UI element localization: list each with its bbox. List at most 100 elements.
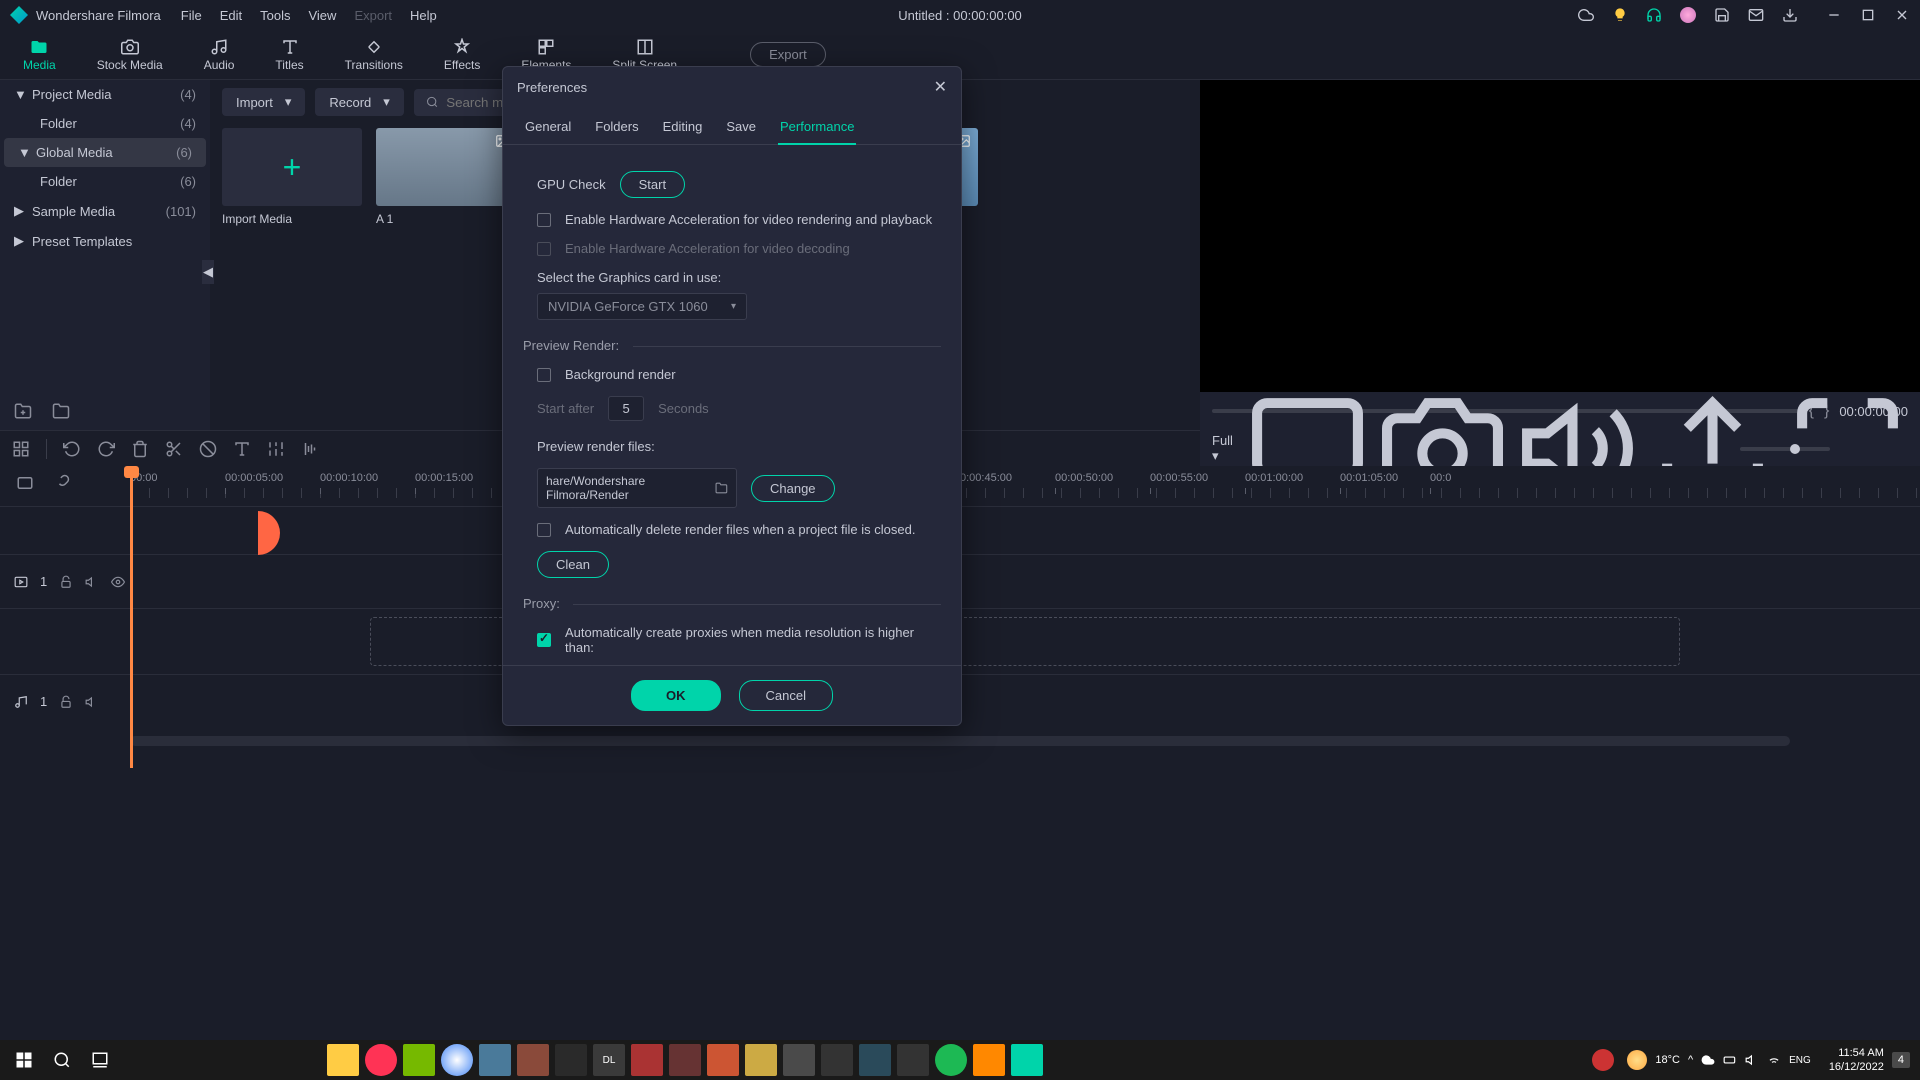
tab-stock-media[interactable]: Stock Media [89,34,171,76]
audio-track-body[interactable] [130,675,1920,728]
wifi-icon[interactable] [1767,1053,1781,1067]
record-dropdown[interactable]: Record ▾ [315,88,403,116]
hw-render-checkbox[interactable] [537,213,551,227]
taskbar-app[interactable] [631,1044,663,1076]
menu-help[interactable]: Help [410,8,437,23]
render-path-input[interactable]: hare/Wondershare Filmora/Render [537,468,737,508]
mute-icon[interactable] [85,575,99,589]
taskbar-app-chrome[interactable] [441,1044,473,1076]
pref-tab-general[interactable]: General [523,113,573,144]
taskbar-app[interactable] [859,1044,891,1076]
text-edit-icon[interactable] [233,440,251,458]
media-tile[interactable]: A 1 [376,128,516,226]
timeline-ruler[interactable]: 00:0000:00:05:0000:00:10:0000:00:15:0000… [130,466,1920,506]
save-icon[interactable] [1714,7,1730,23]
drop-track-body[interactable] [130,609,1920,674]
quality-select[interactable]: Full ▾ [1212,433,1233,464]
cloud-icon[interactable] [1578,7,1594,23]
sidebar-item-global-media[interactable]: ▼ Global Media (6) [4,138,206,167]
avatar-icon[interactable] [1680,7,1696,23]
tray-expand-icon[interactable]: ^ [1688,1054,1693,1066]
timeline-scrollbar[interactable] [130,736,1790,746]
gpu-select[interactable]: NVIDIA GeForce GTX 1060 ▾ [537,293,747,320]
ok-button[interactable]: OK [631,680,721,711]
onedrive-icon[interactable] [1701,1053,1715,1067]
sidebar-item-project-media[interactable]: ▼ Project Media (4) [0,80,210,109]
task-view-button[interactable] [86,1046,114,1074]
crop-icon[interactable] [199,440,217,458]
menu-tools[interactable]: Tools [260,8,290,23]
battery-icon[interactable] [1723,1053,1737,1067]
undo-icon[interactable] [63,440,81,458]
taskbar-app[interactable] [669,1044,701,1076]
redo-icon[interactable] [97,440,115,458]
menu-view[interactable]: View [308,8,336,23]
expand-icon[interactable]: ▶ [14,233,26,249]
import-dropdown[interactable]: Import ▾ [222,88,305,116]
clean-button[interactable]: Clean [537,551,609,578]
taskbar-app[interactable] [479,1044,511,1076]
audio-adjust-icon[interactable] [301,440,319,458]
timeline-link-icon[interactable] [16,474,34,492]
taskbar-app[interactable] [745,1044,777,1076]
taskbar-app[interactable] [403,1044,435,1076]
pref-tab-folders[interactable]: Folders [593,113,640,144]
menu-export[interactable]: Export [354,8,392,23]
pref-tab-save[interactable]: Save [724,113,758,144]
timeline-magnet-icon[interactable] [52,474,70,492]
tab-media[interactable]: Media [15,34,64,76]
collapse-sidebar-icon[interactable]: ◀ [202,260,214,284]
folder-icon[interactable] [52,402,70,420]
cancel-button[interactable]: Cancel [739,680,833,711]
taskbar-app[interactable]: DL [593,1044,625,1076]
expand-icon[interactable]: ▼ [18,145,30,160]
import-media-tile[interactable]: + Import Media [222,128,362,226]
taskbar-app[interactable] [365,1044,397,1076]
sidebar-item-sample-media[interactable]: ▶ Sample Media (101) [0,196,210,226]
clock[interactable]: 11:54 AM 16/12/2022 [1829,1046,1884,1075]
weather-icon[interactable] [1627,1050,1647,1070]
delete-icon[interactable] [131,440,149,458]
search-button[interactable] [48,1046,76,1074]
change-path-button[interactable]: Change [751,475,835,502]
taskbar-app[interactable] [897,1044,929,1076]
weather-temp[interactable]: 18°C [1655,1054,1680,1066]
export-button[interactable]: Export [750,42,826,67]
language-indicator[interactable]: ENG [1789,1055,1811,1066]
expand-icon[interactable]: ▶ [14,203,26,219]
lock-icon[interactable] [59,695,73,709]
taskbar-app[interactable] [555,1044,587,1076]
tab-transitions[interactable]: Transitions [337,34,411,76]
taskbar-app-vlc[interactable] [973,1044,1005,1076]
taskbar-app[interactable] [783,1044,815,1076]
headset-icon[interactable] [1646,7,1662,23]
close-icon[interactable] [1894,7,1910,23]
start-after-input[interactable]: 5 [608,396,644,421]
minimize-icon[interactable] [1826,7,1842,23]
pref-tab-performance[interactable]: Performance [778,113,856,144]
taskbar-app[interactable] [821,1044,853,1076]
zoom-slider[interactable] [1740,447,1830,451]
tab-audio[interactable]: Audio [196,34,243,76]
taskbar-app[interactable] [517,1044,549,1076]
auto-proxy-checkbox[interactable] [537,633,551,647]
menu-edit[interactable]: Edit [220,8,242,23]
sidebar-item-preset-templates[interactable]: ▶ Preset Templates [0,226,210,256]
taskbar-app-filmora[interactable] [1011,1044,1043,1076]
taskbar-app[interactable] [327,1044,359,1076]
volume-tray-icon[interactable] [1745,1053,1759,1067]
sidebar-item-folder[interactable]: Folder (6) [0,167,210,196]
menu-file[interactable]: File [181,8,202,23]
lightbulb-icon[interactable] [1612,7,1628,23]
notification-badge[interactable]: 4 [1892,1052,1910,1068]
tab-effects[interactable]: Effects [436,34,488,76]
bg-render-checkbox[interactable] [537,368,551,382]
gpu-start-button[interactable]: Start [620,171,685,198]
playhead[interactable] [130,468,133,768]
dialog-close-icon[interactable]: ✕ [934,77,947,97]
pref-tab-editing[interactable]: Editing [661,113,705,144]
taskbar-app[interactable] [707,1044,739,1076]
mail-icon[interactable] [1748,7,1764,23]
auto-delete-checkbox[interactable] [537,523,551,537]
sidebar-item-folder[interactable]: Folder (4) [0,109,210,138]
